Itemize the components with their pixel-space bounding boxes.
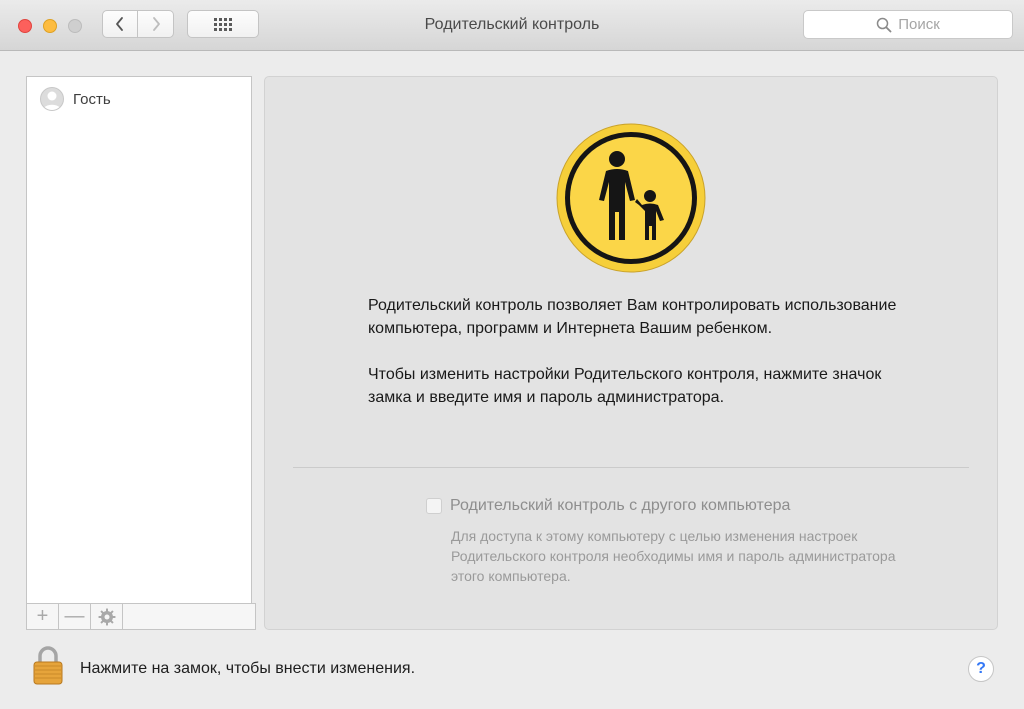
user-name: Гость — [73, 90, 111, 108]
lock-message: Нажмите на замок, чтобы внести изменения… — [80, 660, 416, 677]
chevron-right-icon — [152, 17, 160, 31]
grid-icon — [214, 17, 232, 31]
add-user-button[interactable]: + — [27, 604, 59, 629]
window-title: Родительский контроль — [424, 16, 600, 33]
parental-controls-icon — [556, 123, 706, 273]
remote-parental-controls-note: Для доступа к этому компьютеру с целью и… — [451, 528, 896, 584]
search-placeholder: Поиск — [898, 16, 940, 33]
minimize-window-button[interactable] — [43, 19, 57, 33]
forward-button[interactable] — [138, 10, 174, 38]
user-list[interactable]: Гость — [26, 76, 252, 604]
description-paragraph-2: Чтобы изменить настройки Родительского к… — [368, 366, 882, 406]
title-bar: Родительский контроль Поиск — [0, 0, 1024, 51]
user-avatar-icon — [40, 87, 64, 111]
back-button[interactable] — [102, 10, 138, 38]
remote-parental-controls-checkbox[interactable] — [426, 498, 442, 514]
zoom-window-button[interactable] — [68, 19, 82, 33]
user-list-toolbar: + — — [26, 603, 256, 630]
show-all-button[interactable] — [187, 10, 259, 38]
search-icon — [876, 17, 892, 32]
panel-description: Родительский контроль позволяет Вам конт… — [368, 294, 908, 432]
parental-controls-panel: Родительский контроль позволяет Вам конт… — [264, 76, 998, 630]
remote-parental-controls-label: Родительский контроль с другого компьюте… — [450, 497, 791, 514]
lock-icon[interactable] — [32, 645, 64, 685]
remove-user-button[interactable]: — — [59, 604, 91, 629]
preferences-window: Родительский контроль Поиск Гость + — Ро… — [0, 0, 1024, 709]
remote-parental-controls-option: Родительский контроль с другого компьюте… — [426, 497, 790, 515]
chevron-left-icon — [116, 17, 123, 31]
description-paragraph-1: Родительский контроль позволяет Вам конт… — [368, 297, 897, 337]
gear-icon — [98, 608, 115, 625]
close-window-button[interactable] — [18, 19, 32, 33]
help-button[interactable]: ? — [968, 656, 994, 682]
divider — [293, 467, 969, 468]
user-list-item-guest[interactable]: Гость — [40, 86, 111, 112]
user-actions-button[interactable] — [91, 604, 123, 629]
search-field[interactable]: Поиск — [803, 10, 1013, 39]
